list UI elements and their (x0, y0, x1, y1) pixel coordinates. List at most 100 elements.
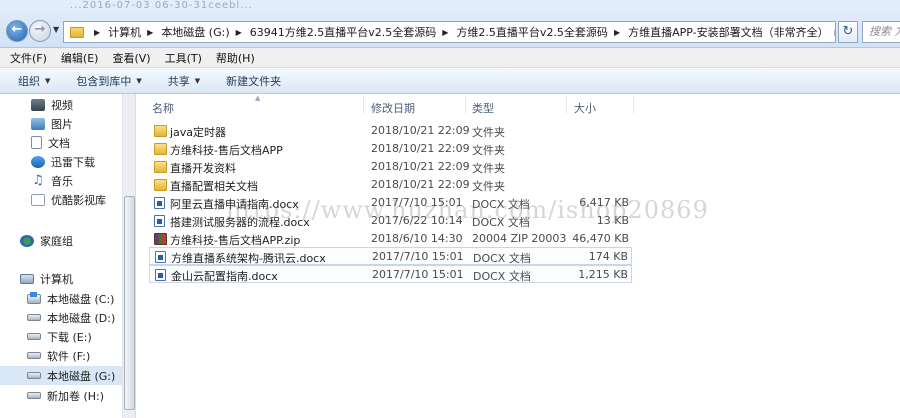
column-divider[interactable] (363, 96, 364, 114)
forward-arrow-icon: → (34, 22, 46, 37)
file-name: 搭建测试服务器的流程.docx (170, 216, 310, 229)
nav-item-homegroup[interactable]: 家庭组 (20, 231, 135, 250)
background-title-text: ...2016-07-03 06-30-31ceebl... (70, 0, 253, 11)
search-input[interactable]: 搜索 方维 (862, 21, 900, 43)
file-date: 2018/10/21 22:09 (371, 124, 470, 137)
column-header-size[interactable]: 大小 (574, 100, 596, 116)
file-type: DOCX 文档 (473, 252, 531, 265)
file-name: 直播开发资料 (170, 162, 236, 175)
nav-item-drive-f[interactable]: 软件 (F:) (27, 346, 135, 365)
file-type: DOCX 文档 (473, 270, 531, 283)
sort-indicator-icon: ▲ (255, 94, 261, 102)
include-in-library-button[interactable]: 包含到库中 ▼ (76, 73, 141, 89)
menu-edit[interactable]: 编辑(E) (61, 50, 99, 66)
share-button[interactable]: 共享 ▼ (168, 73, 200, 89)
file-row[interactable]: 金山云配置指南.docx 2017/7/10 15:01 DOCX 文档 1,2… (149, 265, 632, 283)
file-row[interactable]: 方维科技-售后文档APP.zip 2018/6/10 14:30 20004 Z… (149, 230, 632, 248)
nav-item-music[interactable]: ♫ 音乐 (31, 171, 135, 190)
file-size: 13 KB (596, 214, 629, 227)
breadcrumb-item[interactable]: 计算机 ▶ (108, 24, 161, 40)
folder-icon (154, 179, 167, 191)
youku-icon (31, 193, 45, 206)
nav-item-drive-d[interactable]: 本地磁盘 (D:) (27, 308, 135, 327)
file-row[interactable]: java定时器 2018/10/21 22:09 文件夹 (149, 122, 632, 140)
address-bar[interactable]: ▶ 计算机 ▶ 本地磁盘 (G:) ▶ 63941方维2.5直播平台v2.5全套源码… (63, 21, 836, 43)
nav-item-videos[interactable]: 视频 (31, 95, 135, 114)
organize-button[interactable]: 组织 ▼ (18, 73, 50, 89)
file-date: 2018/10/21 22:09 (371, 142, 470, 155)
breadcrumb-separator[interactable]: ▶ (88, 28, 108, 37)
command-bar: 组织 ▼ 包含到库中 ▼ 共享 ▼ 新建文件夹 (0, 68, 900, 94)
nav-item-pictures[interactable]: 图片 (31, 114, 135, 133)
drive-icon (27, 372, 41, 379)
nav-item-drive-h[interactable]: 新加卷 (H:) (27, 386, 135, 405)
drive-icon (27, 314, 41, 321)
back-button[interactable]: ← (6, 20, 28, 42)
folder-icon (154, 125, 167, 137)
system-drive-icon (27, 291, 41, 304)
nav-item-computer[interactable]: 计算机 (20, 269, 135, 288)
video-icon (31, 98, 45, 111)
file-type: DOCX 文档 (472, 216, 530, 229)
file-size: 46,470 KB (572, 232, 629, 245)
file-date: 2017/6/22 10:14 (371, 214, 463, 227)
word-document-icon (154, 215, 165, 227)
breadcrumb-item[interactable]: 方维2.5直播平台v2.5全套源码 ▶ (456, 24, 628, 40)
homegroup-icon (20, 234, 34, 247)
nav-item-drive-e[interactable]: 下载 (E:) (27, 327, 135, 346)
file-date: 2017/7/10 15:01 (372, 250, 464, 263)
nav-item-youku-library[interactable]: 优酷影视库 (31, 190, 135, 209)
word-document-icon (155, 251, 166, 263)
menu-file[interactable]: 文件(F) (10, 50, 47, 66)
menu-bar: 文件(F) 编辑(E) 查看(V) 工具(T) 帮助(H) (0, 48, 900, 68)
nav-item-drive-c[interactable]: 本地磁盘 (C:) (27, 289, 135, 308)
nav-item-documents[interactable]: 文档 (31, 133, 135, 152)
refresh-icon: ↻ (842, 24, 854, 39)
menu-help[interactable]: 帮助(H) (216, 50, 255, 66)
file-size: 1,215 KB (578, 268, 628, 281)
nav-scrollbar[interactable] (122, 94, 135, 418)
word-document-icon (154, 197, 165, 209)
menu-view[interactable]: 查看(V) (112, 50, 150, 66)
file-date: 2018/10/21 22:09 (371, 160, 470, 173)
column-divider[interactable] (465, 96, 466, 114)
folder-icon (154, 143, 167, 155)
file-row[interactable]: 直播配置相关文档 2018/10/21 22:09 文件夹 (149, 176, 632, 194)
file-row[interactable]: 方维科技-售后文档APP 2018/10/21 22:09 文件夹 (149, 140, 632, 158)
chevron-down-icon: ▼ (194, 76, 201, 85)
column-divider[interactable] (633, 96, 634, 114)
breadcrumb-item[interactable]: 63941方维2.5直播平台v2.5全套源码 ▶ (250, 24, 457, 40)
file-row[interactable]: 直播开发资料 2018/10/21 22:09 文件夹 (149, 158, 632, 176)
file-list-header: ▲ 名称 修改日期 类型 大小 (136, 94, 900, 116)
new-folder-button[interactable]: 新建文件夹 (226, 73, 281, 89)
column-header-name[interactable]: 名称 (152, 100, 174, 116)
file-row[interactable]: 方维直播系统架构-腾讯云.docx 2017/7/10 15:01 DOCX 文… (149, 247, 632, 265)
file-type: 文件夹 (472, 126, 505, 139)
column-header-type[interactable]: 类型 (472, 100, 494, 116)
file-type: 文件夹 (472, 162, 505, 175)
breadcrumb-item[interactable]: 方维直播APP-安装部署文档（非常齐全）▶ (628, 24, 835, 40)
zip-archive-icon (154, 233, 167, 245)
file-date: 2017/7/10 15:01 (371, 196, 463, 209)
file-row[interactable]: 搭建测试服务器的流程.docx 2017/6/22 10:14 DOCX 文档 … (149, 212, 632, 230)
column-header-date[interactable]: 修改日期 (371, 100, 415, 116)
nav-item-drive-g[interactable]: 本地磁盘 (G:) (0, 366, 122, 385)
menu-tools[interactable]: 工具(T) (165, 50, 202, 66)
breadcrumb-item[interactable]: 本地磁盘 (G:) ▶ (161, 24, 249, 40)
file-name: 直播配置相关文档 (170, 180, 258, 193)
address-toolbar: ...2016-07-03 06-30-31ceebl... ← → ▼ ▶ 计… (0, 0, 900, 48)
drive-icon (27, 352, 41, 359)
folder-icon (70, 26, 84, 38)
column-divider[interactable] (566, 96, 567, 114)
file-name: 方维科技-售后文档APP (170, 144, 283, 157)
file-type: DOCX 文档 (472, 198, 530, 211)
forward-button[interactable]: → (29, 20, 51, 42)
nav-item-thunder-downloads[interactable]: 迅雷下载 (31, 152, 135, 171)
file-row[interactable]: 阿里云直播申请指南.docx 2017/7/10 15:01 DOCX 文档 6… (149, 194, 632, 212)
scrollbar-thumb[interactable] (124, 196, 135, 410)
chevron-down-icon: ▼ (45, 76, 51, 85)
file-name: 阿里云直播申请指南.docx (170, 198, 299, 211)
recent-pages-dropdown[interactable]: ▼ (53, 25, 59, 34)
chevron-down-icon: ▼ (136, 76, 142, 85)
refresh-button[interactable]: ↻ (838, 21, 858, 43)
